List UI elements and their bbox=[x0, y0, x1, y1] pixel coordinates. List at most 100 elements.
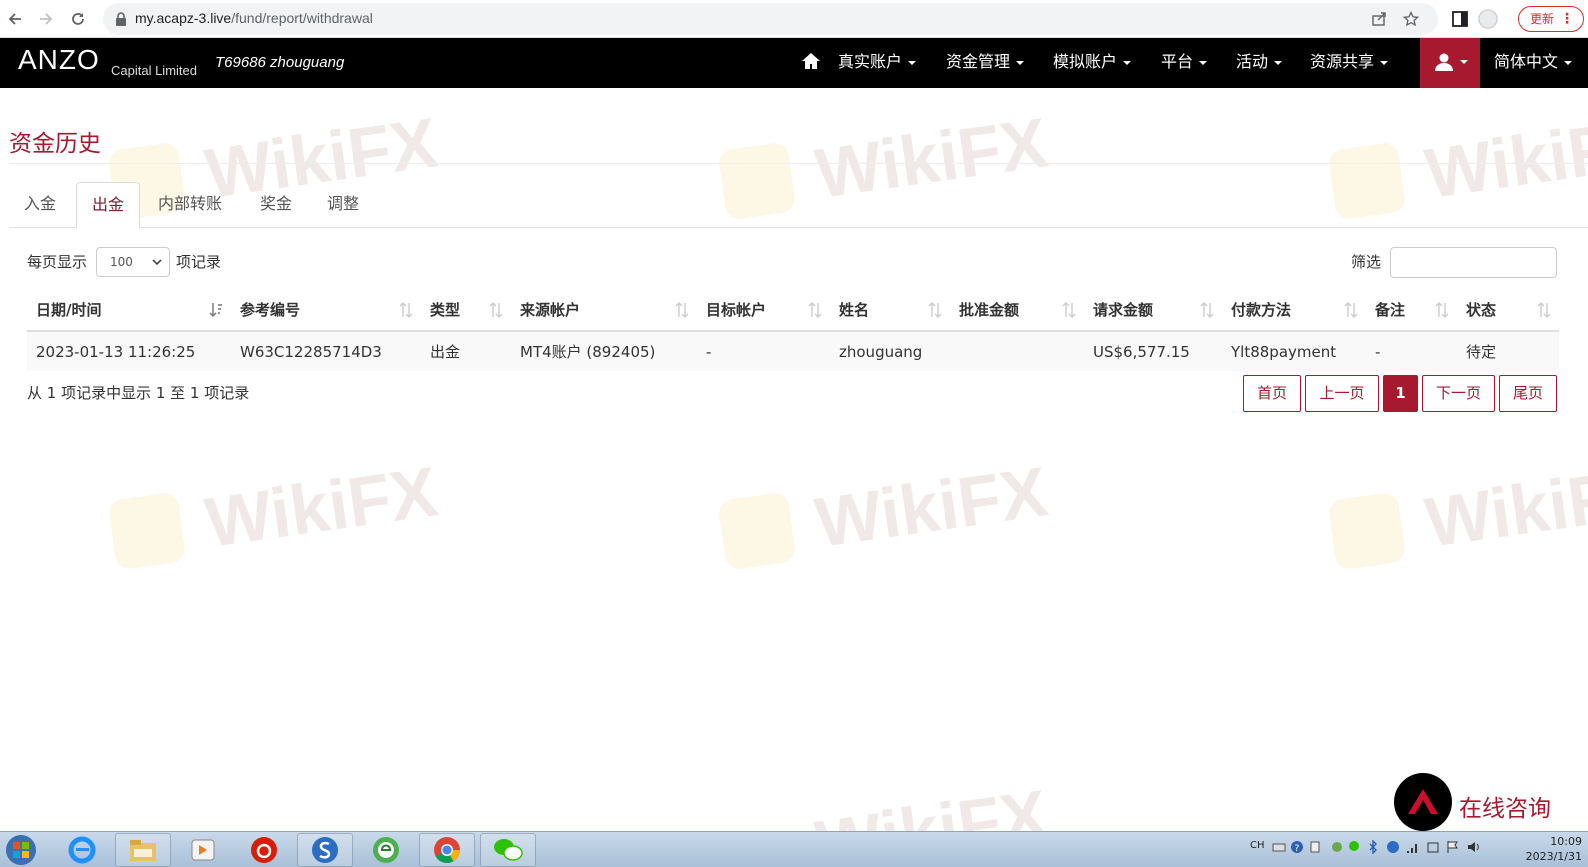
page-length-prefix: 每页显示 bbox=[27, 253, 88, 271]
taskbar-wechat[interactable] bbox=[480, 833, 536, 867]
user-menu-button[interactable] bbox=[1420, 38, 1480, 88]
cell-type: 出金 bbox=[421, 331, 511, 371]
svg-text:?: ? bbox=[1295, 844, 1300, 854]
col-payment-method[interactable]: 付款方法 bbox=[1222, 289, 1366, 332]
folder-icon bbox=[130, 840, 156, 861]
share-icon[interactable] bbox=[1371, 11, 1387, 27]
prev-page-button[interactable]: 上一页 bbox=[1305, 375, 1379, 412]
col-datetime-label: 日期/时间 bbox=[36, 301, 102, 319]
caret-down-icon bbox=[1460, 60, 1468, 64]
table-header-row: 日期/时间 参考编号 类型 来源帐户 目标帐户 姓名 批准金额 请求金额 付款方… bbox=[27, 289, 1559, 332]
tab-adjustment[interactable]: 调整 bbox=[312, 182, 374, 228]
page: my.acapz-3.live/fund/report/withdrawal 更… bbox=[0, 0, 1588, 867]
keyboard-icon[interactable] bbox=[1272, 840, 1286, 854]
nav-resources[interactable]: 资源共享 bbox=[1310, 38, 1389, 88]
language-selector[interactable]: 简体中文 bbox=[1494, 38, 1573, 88]
network-share-icon[interactable] bbox=[1330, 840, 1344, 854]
forward-button[interactable] bbox=[34, 7, 58, 31]
tab-deposit[interactable]: 入金 bbox=[9, 182, 71, 228]
menu-icon[interactable]: ⋮ bbox=[1560, 7, 1574, 31]
sort-icon bbox=[1062, 302, 1076, 318]
bluetooth-icon[interactable] bbox=[1366, 840, 1380, 854]
tab-bonus[interactable]: 奖金 bbox=[245, 182, 307, 228]
url-text: my.acapz-3.live/fund/report/withdrawal bbox=[135, 10, 373, 26]
col-remark[interactable]: 备注 bbox=[1366, 289, 1457, 332]
bookmark-star-icon[interactable] bbox=[1403, 11, 1419, 27]
caret-down-icon bbox=[1564, 60, 1573, 65]
taskbar-chrome[interactable] bbox=[419, 833, 475, 867]
reload-button[interactable] bbox=[66, 7, 90, 31]
sort-icon bbox=[1344, 302, 1358, 318]
back-button[interactable] bbox=[3, 7, 27, 31]
side-panel-icon[interactable] bbox=[1448, 7, 1472, 31]
update-button[interactable]: 更新 ⋮ bbox=[1518, 6, 1584, 32]
caret-down-icon bbox=[1274, 60, 1283, 65]
caret-down-icon bbox=[1380, 60, 1389, 65]
back-arrow-icon bbox=[8, 13, 21, 25]
flag-icon[interactable] bbox=[1446, 840, 1460, 854]
col-source-account-label: 来源帐户 bbox=[520, 301, 581, 319]
col-requested-amount[interactable]: 请求金额 bbox=[1084, 289, 1222, 332]
page-length-select[interactable]: 100 bbox=[96, 247, 170, 277]
start-button-icon[interactable] bbox=[3, 833, 39, 867]
online-consult-button[interactable] bbox=[1394, 773, 1452, 831]
col-approved-amount[interactable]: 批准金额 bbox=[950, 289, 1084, 332]
col-reference[interactable]: 参考编号 bbox=[231, 289, 421, 332]
nav-fund-management[interactable]: 资金管理 bbox=[946, 38, 1025, 88]
nav-platform[interactable]: 平台 bbox=[1161, 38, 1208, 88]
col-datetime[interactable]: 日期/时间 bbox=[27, 289, 231, 332]
col-status[interactable]: 状态 bbox=[1457, 289, 1559, 332]
anzo-logo-icon bbox=[1408, 789, 1438, 814]
nav-activity[interactable]: 活动 bbox=[1236, 38, 1283, 88]
taskbar-360-browser[interactable] bbox=[358, 833, 414, 867]
system-clock[interactable]: 10:09 2023/1/31 bbox=[1512, 834, 1582, 864]
col-name-label: 姓名 bbox=[839, 301, 870, 319]
taskbar-netease-music[interactable] bbox=[236, 833, 292, 867]
signal-icon[interactable] bbox=[1406, 840, 1420, 854]
nav-demo-account[interactable]: 模拟账户 bbox=[1053, 38, 1132, 88]
col-status-label: 状态 bbox=[1466, 301, 1497, 319]
sogou-tray-icon[interactable] bbox=[1386, 840, 1400, 854]
first-page-button[interactable]: 首页 bbox=[1243, 375, 1301, 412]
online-consult-label[interactable]: 在线咨询 bbox=[1459, 789, 1551, 823]
logo-text: ANZO bbox=[18, 44, 100, 75]
profile-avatar-icon[interactable] bbox=[1476, 7, 1500, 31]
cell-source-account: MT4账户 (892405) bbox=[511, 331, 697, 371]
tray-language[interactable]: CH bbox=[1250, 840, 1265, 851]
caret-down-icon bbox=[1016, 60, 1025, 65]
sort-icon bbox=[675, 302, 689, 318]
help-icon[interactable]: ? bbox=[1290, 840, 1304, 854]
col-target-account-label: 目标帐户 bbox=[706, 301, 767, 319]
last-page-button[interactable]: 尾页 bbox=[1499, 375, 1557, 412]
home-icon[interactable] bbox=[801, 51, 821, 71]
device-icon[interactable] bbox=[1426, 840, 1440, 854]
address-bar[interactable]: my.acapz-3.live/fund/report/withdrawal bbox=[103, 3, 1438, 35]
col-name[interactable]: 姓名 bbox=[830, 289, 950, 332]
current-page-button[interactable]: 1 bbox=[1383, 375, 1418, 412]
brand-logo[interactable]: ANZO Capital Limited bbox=[18, 44, 197, 78]
filter-input[interactable] bbox=[1390, 247, 1557, 278]
cell-payment-method: Ylt88payment bbox=[1222, 331, 1366, 371]
user-icon bbox=[1435, 53, 1453, 71]
col-source-account[interactable]: 来源帐户 bbox=[511, 289, 697, 332]
wechat-tray-icon[interactable] bbox=[1348, 840, 1362, 854]
volume-icon[interactable] bbox=[1466, 840, 1480, 854]
account-label: T69686 zhouguang bbox=[215, 54, 345, 71]
taskbar-media-player[interactable] bbox=[175, 833, 231, 867]
sort-icon bbox=[928, 302, 942, 318]
tab-internal-transfer[interactable]: 内部转账 bbox=[143, 182, 237, 228]
chevron-down-icon bbox=[152, 259, 162, 266]
tab-withdrawal[interactable]: 出金 bbox=[76, 182, 141, 229]
netease-music-icon bbox=[251, 837, 277, 863]
taskbar-explorer[interactable] bbox=[115, 833, 171, 867]
nav-real-account[interactable]: 真实账户 bbox=[838, 38, 917, 88]
taskbar-sogou[interactable] bbox=[297, 833, 353, 867]
col-type[interactable]: 类型 bbox=[421, 289, 511, 332]
col-target-account[interactable]: 目标帐户 bbox=[697, 289, 830, 332]
taskbar-ie[interactable] bbox=[54, 833, 110, 867]
tray-settings-icon[interactable] bbox=[1308, 840, 1322, 854]
cell-remark: - bbox=[1366, 331, 1457, 371]
browser-e-icon bbox=[373, 837, 399, 863]
next-page-button[interactable]: 下一页 bbox=[1422, 375, 1495, 412]
cell-target-account: - bbox=[697, 331, 830, 371]
